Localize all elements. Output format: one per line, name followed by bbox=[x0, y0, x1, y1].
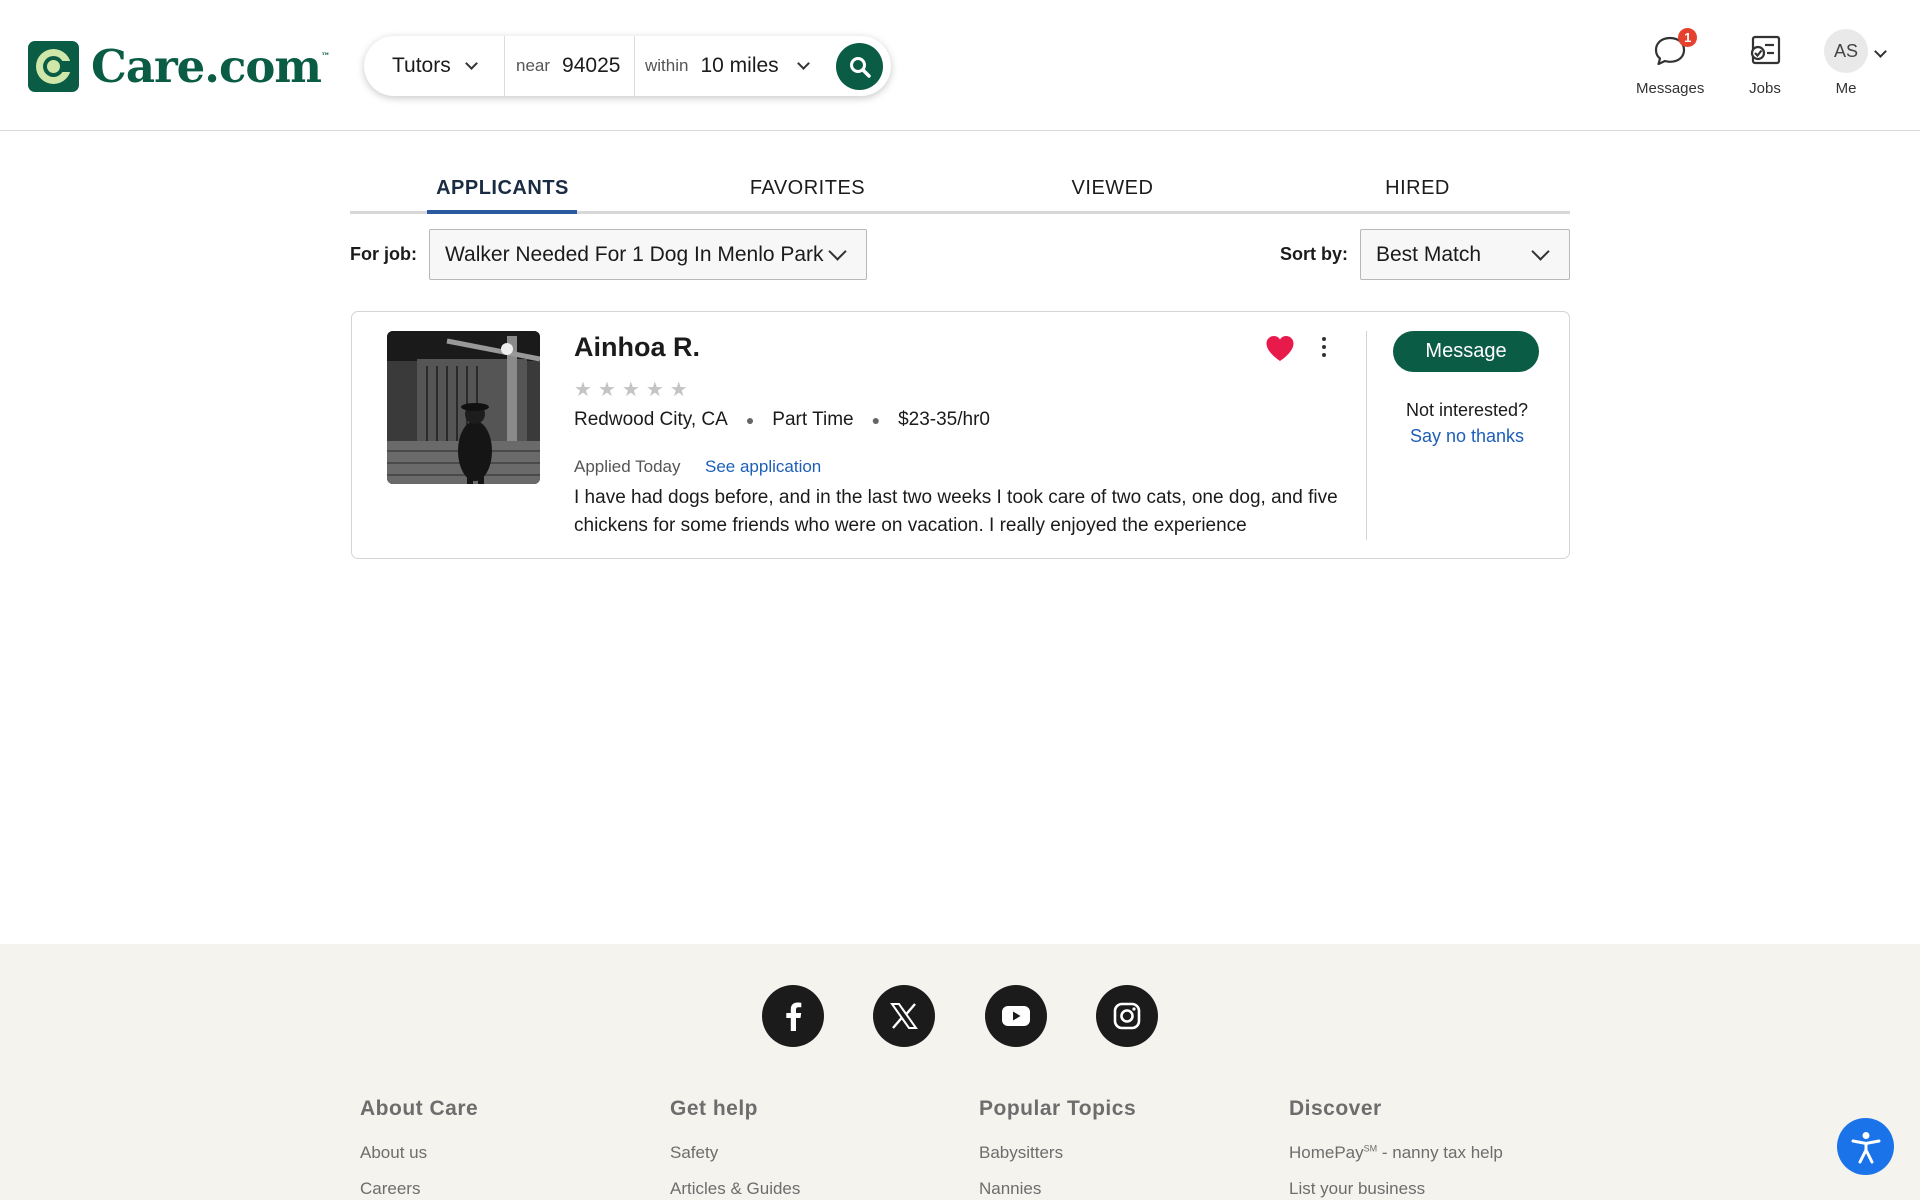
zip-field[interactable]: near 94025 bbox=[505, 36, 635, 96]
instagram-icon bbox=[1113, 1002, 1141, 1030]
applicant-photo-image bbox=[387, 331, 540, 484]
care-logo-icon bbox=[28, 41, 79, 92]
tab-hired[interactable]: HIRED bbox=[1265, 170, 1570, 211]
tab-viewed[interactable]: VIEWED bbox=[960, 170, 1265, 211]
footer-heading-topics: Popular Topics bbox=[979, 1097, 1137, 1120]
footer-heading-discover: Discover bbox=[1289, 1097, 1382, 1120]
within-label: within bbox=[645, 56, 689, 75]
x-link[interactable] bbox=[873, 985, 935, 1047]
youtube-link[interactable] bbox=[985, 985, 1047, 1047]
footer-heading-about: About Care bbox=[360, 1097, 479, 1120]
message-button[interactable]: Message bbox=[1393, 331, 1539, 372]
heart-icon bbox=[1266, 336, 1294, 361]
chevron-down-icon[interactable] bbox=[1874, 45, 1887, 58]
search-bar: Tutors near 94025 within 10 miles bbox=[364, 36, 891, 96]
chevron-down-icon bbox=[1531, 242, 1550, 261]
applicant-tabs: APPLICANTS FAVORITES VIEWED HIRED bbox=[350, 170, 1570, 214]
facebook-link[interactable] bbox=[762, 985, 824, 1047]
accessibility-button[interactable] bbox=[1837, 1118, 1894, 1175]
zip-value: 94025 bbox=[562, 54, 621, 77]
applicant-meta: Redwood City, CA ● Part Time ● $23-35/hr… bbox=[574, 409, 990, 431]
job-select-value: Walker Needed For 1 Dog In Menlo Park bbox=[445, 242, 824, 266]
jobs-label: Jobs bbox=[1749, 80, 1781, 97]
messages-badge: 1 bbox=[1678, 28, 1698, 47]
footer-link-articles[interactable]: Articles & Guides bbox=[670, 1179, 800, 1199]
applicant-name[interactable]: Ainhoa R. bbox=[574, 332, 700, 363]
separator-dot: ● bbox=[745, 412, 755, 428]
star-icon: ★ bbox=[621, 379, 640, 401]
rating-stars: ★ ★ ★ ★ ★ bbox=[574, 377, 688, 402]
job-select[interactable]: Walker Needed For 1 Dog In Menlo Park bbox=[429, 229, 867, 280]
see-application-link[interactable]: See application bbox=[705, 457, 821, 477]
search-button[interactable] bbox=[836, 43, 883, 90]
logo-text: Care.com™ bbox=[91, 40, 331, 93]
near-label: near bbox=[516, 56, 551, 75]
messages-nav[interactable]: 1 Messages bbox=[1636, 28, 1705, 97]
distance-select[interactable]: within 10 miles bbox=[635, 36, 835, 96]
say-no-thanks-link[interactable]: Say no thanks bbox=[1372, 426, 1562, 447]
search-icon bbox=[849, 56, 871, 78]
card-divider bbox=[1366, 331, 1367, 540]
favorite-button[interactable] bbox=[1265, 335, 1295, 367]
instagram-link[interactable] bbox=[1096, 985, 1158, 1047]
star-icon: ★ bbox=[574, 379, 592, 401]
jobs-checklist-icon bbox=[1750, 35, 1781, 65]
footer-link-about-us[interactable]: About us bbox=[360, 1143, 427, 1163]
not-interested-label: Not interested? bbox=[1405, 400, 1529, 420]
accessibility-icon bbox=[1851, 1131, 1880, 1163]
site-header: Care.com™ Tutors near 94025 within 10 mi… bbox=[0, 0, 1920, 131]
tab-applicants[interactable]: APPLICANTS bbox=[350, 170, 655, 214]
tab-favorites[interactable]: FAVORITES bbox=[655, 170, 960, 211]
applicant-rate: $23-35/hr0 bbox=[898, 409, 990, 430]
sort-select-value: Best Match bbox=[1376, 242, 1482, 266]
star-icon: ★ bbox=[597, 379, 616, 401]
footer-link-babysitters[interactable]: Babysitters bbox=[979, 1143, 1063, 1163]
x-icon bbox=[890, 1003, 918, 1029]
distance-value: 10 miles bbox=[700, 54, 779, 77]
footer-heading-help: Get help bbox=[670, 1097, 759, 1120]
service-value: Tutors bbox=[392, 54, 451, 77]
chevron-down-icon bbox=[828, 242, 847, 261]
jobs-nav[interactable]: Jobs bbox=[1748, 30, 1782, 97]
footer-link-list-business[interactable]: List your business bbox=[1289, 1179, 1425, 1199]
youtube-icon bbox=[1002, 1006, 1030, 1026]
applicant-location: Redwood City, CA bbox=[574, 409, 728, 430]
sort-label: Sort by: bbox=[1280, 244, 1349, 264]
me-nav[interactable]: AS Me bbox=[1824, 29, 1868, 97]
star-icon: ★ bbox=[669, 379, 688, 401]
applicant-schedule: Part Time bbox=[772, 409, 854, 430]
service-select[interactable]: Tutors bbox=[364, 36, 505, 96]
messages-label: Messages bbox=[1636, 80, 1705, 97]
applicant-description: I have had dogs before, and in the last … bbox=[574, 487, 1338, 536]
for-job-label: For job: bbox=[350, 244, 417, 264]
sort-select[interactable]: Best Match bbox=[1360, 229, 1570, 280]
me-label: Me bbox=[1835, 80, 1857, 97]
site-footer: About Care About us Careers Get help Saf… bbox=[0, 944, 1920, 1200]
more-options-icon[interactable] bbox=[1319, 337, 1329, 357]
applied-status: Applied Today bbox=[574, 457, 681, 476]
chevron-down-icon bbox=[464, 56, 478, 70]
separator-dot: ● bbox=[871, 412, 881, 428]
avatar: AS bbox=[1824, 29, 1868, 73]
footer-link-safety[interactable]: Safety bbox=[670, 1143, 718, 1163]
chevron-down-icon bbox=[796, 56, 810, 70]
footer-link-careers[interactable]: Careers bbox=[360, 1179, 420, 1199]
applicant-photo[interactable] bbox=[387, 331, 540, 484]
footer-link-homepay[interactable]: HomePaySM - nanny tax help bbox=[1289, 1143, 1503, 1163]
care-logo[interactable]: Care.com™ bbox=[28, 40, 330, 93]
applicant-card: Ainhoa R. ★ ★ ★ ★ ★ Redwood City, CA ● P… bbox=[351, 311, 1570, 559]
facebook-icon bbox=[786, 1002, 802, 1031]
star-icon: ★ bbox=[645, 379, 664, 401]
footer-link-nannies[interactable]: Nannies bbox=[979, 1179, 1041, 1199]
